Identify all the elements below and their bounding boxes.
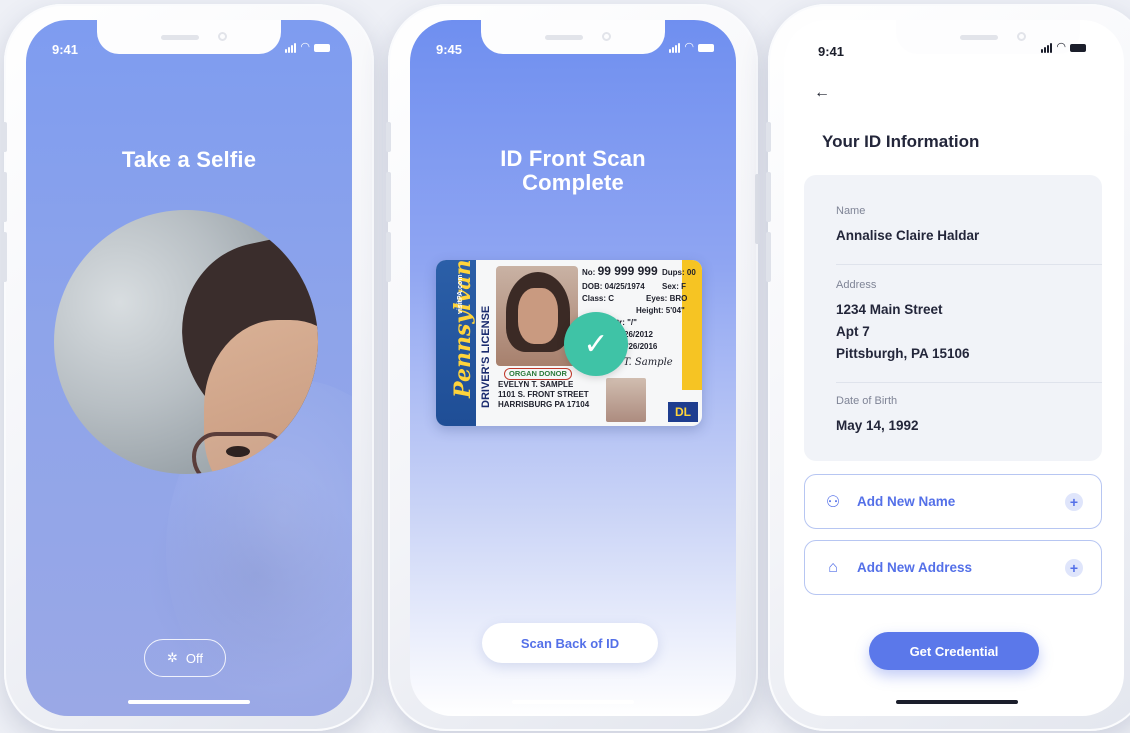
phone-power-button — [755, 174, 760, 244]
phone-selfie: 9:41 ◠ Take a Selfie ✲ Off — [2, 4, 374, 731]
phone-side-button — [386, 122, 391, 152]
id-card-license-type: DRIVER'S LICENSE — [480, 305, 492, 408]
status-time: 9:41 — [52, 42, 79, 57]
add-new-address-label: Add New Address — [857, 560, 973, 575]
page-title: Take a Selfie — [121, 147, 257, 172]
dob-value: May 14, 1992 — [836, 418, 919, 433]
page-title: Your ID Information — [822, 132, 980, 151]
id-card-organ-donor: ORGAN DONOR — [504, 368, 572, 380]
status-icons: ◠ — [1041, 42, 1086, 53]
screen-id-information: 9:41 ◠ ← Your ID Information Name Annali… — [784, 20, 1124, 716]
phone-volume-down — [766, 232, 771, 282]
phone-side-button — [2, 122, 7, 152]
phone-volume-up — [2, 172, 7, 222]
status-icons: ◠ — [669, 42, 714, 53]
name-value: Annalise Claire Haldar — [836, 228, 980, 243]
signal-icon — [285, 42, 297, 53]
name-label: Name — [836, 205, 866, 217]
id-card-city: HARRISBURG PA 17104 — [498, 400, 590, 409]
scan-back-button[interactable]: Scan Back of ID — [482, 623, 658, 663]
screen-take-selfie: 9:41 ◠ Take a Selfie ✲ Off — [26, 20, 352, 716]
status-time: 9:41 — [818, 44, 845, 59]
signal-icon — [1041, 42, 1053, 53]
page-title-line2: Complete — [522, 170, 624, 195]
phone-id-scan: 9:45 ◠ ID Front Scan Complete Pennsylvan… — [386, 4, 760, 731]
phone-volume-up — [766, 172, 771, 222]
home-indicator[interactable] — [128, 700, 250, 704]
home-indicator[interactable] — [512, 700, 634, 704]
selfie-eye — [226, 446, 250, 457]
flash-toggle-button[interactable]: ✲ Off — [144, 639, 226, 677]
id-card-height: Height: 5'04" — [636, 306, 685, 315]
id-card-dups: Dups: 00 — [662, 268, 696, 277]
home-icon: ⌂ — [828, 558, 838, 576]
phone-notch — [481, 20, 665, 54]
plus-icon: + — [1065, 492, 1083, 511]
selfie-camera-preview — [54, 210, 318, 474]
add-new-name-label: Add New Name — [857, 494, 956, 509]
address-line-1: 1234 Main Street — [836, 302, 943, 317]
plus-icon: + — [1065, 558, 1083, 577]
signal-icon — [669, 42, 681, 53]
address-line-3: Pittsburgh, PA 15106 — [836, 346, 970, 361]
id-info-card: Name Annalise Claire Haldar Address 1234… — [804, 175, 1102, 461]
battery-icon — [314, 43, 330, 52]
id-card-image: Pennsylvania visitPA.com DRIVER'S LICENS… — [436, 260, 702, 426]
status-time: 9:45 — [436, 42, 463, 57]
back-arrow-icon[interactable]: ← — [814, 84, 830, 102]
divider — [836, 264, 1102, 265]
flash-off-icon: ✲ — [166, 650, 178, 665]
wifi-icon: ◠ — [684, 41, 694, 53]
status-icons: ◠ — [285, 42, 330, 53]
wifi-icon: ◠ — [1056, 41, 1066, 53]
id-card-yellow-bar — [682, 260, 702, 390]
screen-id-front-scan: 9:45 ◠ ID Front Scan Complete Pennsylvan… — [410, 20, 736, 716]
address-line-2: Apt 7 — [836, 324, 870, 339]
id-card-dl-badge: DL — [668, 402, 698, 422]
id-card-name: EVELYN T. SAMPLE — [498, 380, 574, 389]
get-credential-button[interactable]: Get Credential — [869, 632, 1039, 670]
checkmark-icon: ✓ — [564, 312, 628, 376]
phone-volume-down — [386, 232, 391, 282]
address-label: Address — [836, 279, 877, 291]
add-new-address-button[interactable]: ⌂ Add New Address + — [804, 540, 1102, 595]
battery-icon — [698, 43, 714, 52]
page-title-line1: ID Front Scan — [500, 146, 646, 171]
phone-id-info: 9:41 ◠ ← Your ID Information Name Annali… — [766, 4, 1130, 731]
id-card-sex: Sex: F — [662, 282, 687, 291]
phone-volume-up — [386, 172, 391, 222]
id-card-class: Class: C — [582, 294, 615, 303]
id-card-no-label: No: — [582, 268, 596, 277]
phone-side-button — [766, 122, 771, 152]
phone-notch — [97, 20, 281, 54]
id-card-site: visitPA.com — [457, 274, 464, 314]
battery-icon — [1070, 43, 1086, 52]
divider — [836, 382, 1102, 383]
phone-volume-down — [2, 232, 7, 282]
id-card-ghost-photo — [606, 378, 646, 422]
id-card-dob: DOB: 04/25/1974 — [582, 282, 645, 291]
person-icon: ⚇ — [825, 493, 841, 511]
home-indicator[interactable] — [896, 700, 1018, 704]
id-card-number: 99 999 999 — [597, 264, 658, 278]
page-title: ID Front Scan Complete — [410, 147, 736, 195]
id-card-street: 1101 S. FRONT STREET — [498, 390, 589, 399]
flash-toggle-label: Off — [185, 650, 203, 666]
id-card-eyes: Eyes: BRO — [646, 294, 688, 303]
dob-label: Date of Birth — [836, 395, 898, 407]
add-new-name-button[interactable]: ⚇ Add New Name + — [804, 474, 1102, 529]
wifi-icon: ◠ — [300, 41, 310, 53]
